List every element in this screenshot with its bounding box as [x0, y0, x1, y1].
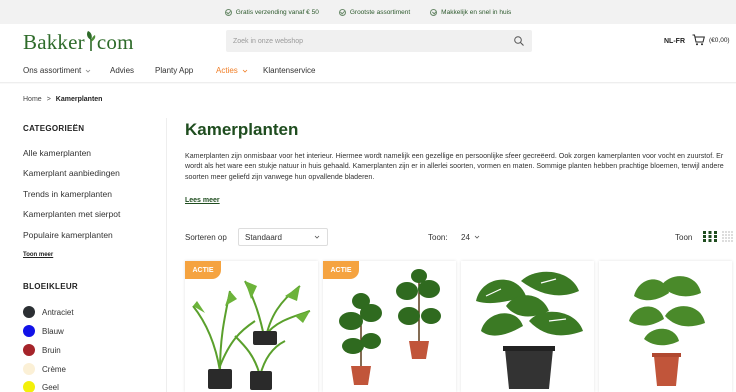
per-page-label: Toon: [428, 233, 448, 242]
color-filter-item[interactable]: Blauw [23, 325, 64, 337]
chevron-down-icon [474, 235, 480, 239]
product-image-monstera[interactable] [461, 261, 594, 392]
chevron-down-icon [85, 69, 91, 73]
color-filter-item[interactable]: Crème [23, 363, 66, 375]
product-card[interactable] [461, 261, 594, 392]
usp-bar: Gratis verzending vanaf € 50 Grootste as… [0, 0, 736, 24]
usp-item: Grootste assortiment [338, 8, 411, 16]
compact-grid-view-icon[interactable] [722, 231, 733, 242]
breadcrumb-home[interactable]: Home [23, 96, 42, 103]
grid-view-icon[interactable] [703, 231, 717, 242]
breadcrumb: Home > Kamerplanten [23, 96, 102, 103]
category-link[interactable]: Trends in kamerplanten [23, 189, 112, 199]
show-more-link[interactable]: Toon meer [23, 252, 53, 258]
nav-item-assortiment[interactable]: Ons assortiment [23, 66, 91, 75]
product-card[interactable]: ACTIE [185, 261, 318, 392]
nav-label: Advies [110, 66, 135, 75]
category-link[interactable]: Populaire kamerplanten [23, 230, 113, 240]
category-link[interactable]: Kamerplanten met sierpot [23, 209, 120, 219]
nav-divider [0, 82, 736, 84]
usp-text: Makkelijk en snel in huis [441, 8, 512, 16]
product-card[interactable]: ACTIE [323, 261, 456, 392]
filter-sidebar: CATEGORIEËN Alle kamerplanten Kamerplant… [23, 124, 163, 392]
sort-select[interactable]: Standaard [238, 228, 328, 246]
sale-badge: ACTIE [185, 261, 221, 279]
color-swatch [23, 363, 35, 375]
product-image-monstera-small[interactable] [599, 261, 732, 392]
check-icon [338, 8, 346, 16]
sort-value: Standaard [245, 232, 282, 242]
cart-button[interactable]: (€0,00) [692, 34, 730, 46]
logo-text-right: com [96, 30, 134, 54]
product-card[interactable] [599, 261, 732, 392]
sidebar-divider [166, 118, 167, 392]
page-title: Kamerplanten [185, 120, 299, 139]
category-link[interactable]: Kamerplant aanbiedingen [23, 168, 120, 178]
check-icon [224, 8, 232, 16]
read-more-link[interactable]: Lees meer [185, 197, 220, 204]
color-label: Antraciet [42, 307, 74, 317]
usp-item: Makkelijk en snel in huis [430, 8, 512, 16]
nav-label: Klantenservice [263, 66, 316, 75]
leaf-logo-icon [86, 30, 96, 51]
color-filter-item[interactable]: Geel [23, 381, 59, 392]
sale-badge: ACTIE [323, 261, 359, 279]
per-page-value: 24 [461, 232, 470, 242]
main-nav: Ons assortiment Advies Planty App Acties… [0, 60, 736, 82]
logo-text-left: Bakker [23, 30, 85, 54]
chevron-down-icon [314, 235, 320, 239]
color-filter-item[interactable]: Bruin [23, 344, 61, 356]
color-heading: BLOEIKLEUR [23, 282, 78, 291]
site-logo[interactable]: Bakker com [23, 30, 134, 55]
categories-heading: CATEGORIEËN [23, 124, 85, 133]
color-label: Geel [42, 382, 59, 392]
cart-icon [692, 34, 705, 46]
nav-label: Planty App [155, 66, 194, 75]
color-label: Crème [42, 364, 67, 374]
usp-text: Gratis verzending vanaf € 50 [235, 8, 319, 16]
category-link[interactable]: Alle kamerplanten [23, 148, 91, 158]
color-swatch [23, 306, 35, 318]
nav-item-klantenservice[interactable]: Klantenservice [263, 66, 315, 75]
site-header: Bakker com Zoek in onze webshop NL-FR (€… [0, 24, 736, 60]
breadcrumb-current: Kamerplanten [55, 96, 103, 103]
nav-item-advies[interactable]: Advies [110, 66, 134, 75]
chevron-down-icon [242, 69, 248, 73]
breadcrumb-separator: > [46, 96, 51, 103]
color-filter-item[interactable]: Antraciet [23, 306, 74, 318]
nav-label: Acties [216, 66, 238, 75]
nav-label: Ons assortiment [23, 66, 82, 75]
category-description: Kamerplanten zijn onmisbaar voor het int… [185, 152, 724, 181]
view-mode-label: Toon [675, 233, 693, 242]
usp-item: Gratis verzending vanaf € 50 [224, 8, 319, 16]
color-label: Blauw [42, 326, 64, 336]
color-swatch [23, 344, 35, 356]
sort-label: Sorteren op [185, 233, 227, 242]
search-icon[interactable] [513, 35, 525, 47]
product-image-ficus-lyrata[interactable] [323, 261, 456, 392]
color-label: Bruin [42, 345, 61, 355]
nav-item-planty-app[interactable]: Planty App [155, 66, 193, 75]
search-placeholder: Zoek in onze webshop [233, 37, 304, 45]
search-input[interactable]: Zoek in onze webshop [226, 30, 532, 52]
color-swatch [23, 325, 35, 337]
per-page-select[interactable]: 24 [457, 228, 493, 246]
language-switch[interactable]: NL-FR [664, 38, 685, 45]
nav-item-acties[interactable]: Acties [216, 66, 248, 75]
color-swatch [23, 381, 35, 392]
product-image-areca-palm[interactable] [185, 261, 318, 392]
check-icon [430, 8, 438, 16]
usp-text: Grootste assortiment [349, 8, 411, 16]
cart-total: (€0,00) [709, 36, 730, 44]
